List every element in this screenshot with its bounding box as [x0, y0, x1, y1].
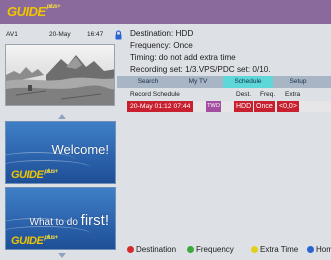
- video-preview: [5, 44, 115, 106]
- what-to-do-first-tile[interactable]: What to do first! GUIDEplus+: [5, 187, 116, 250]
- legend-extra-time[interactable]: Extra Time: [251, 245, 298, 256]
- tab-bar: Search My TV Schedule Setup: [117, 76, 331, 88]
- tab-search[interactable]: Search: [123, 76, 173, 88]
- legend-frequency[interactable]: Frequency: [187, 245, 234, 256]
- schedule-title: Record Schedule: [130, 91, 180, 98]
- row-frequency: Once: [254, 101, 275, 112]
- status-time: 16:47: [87, 31, 104, 38]
- legend-destination[interactable]: Destination: [127, 245, 176, 256]
- brand-bar: GUIDEplus+: [0, 0, 331, 24]
- left-panel: AV1 20-May 16:47 Welcome! GUIDEplus+ Wha…: [0, 24, 127, 260]
- blue-key-icon: [307, 246, 314, 253]
- channel-badge: TWO: [206, 101, 221, 112]
- guideplus-logo: GUIDEplus+: [7, 4, 61, 19]
- info-timing: Timing: do not add extra time: [130, 53, 236, 62]
- row-datetime: 20-May 01:12 07:44: [127, 101, 194, 112]
- column-extra: Extra: [285, 91, 301, 98]
- tab-setup[interactable]: Setup: [273, 76, 323, 88]
- row-destination: HDD: [234, 101, 254, 112]
- green-key-icon: [187, 246, 194, 253]
- welcome-text: Welcome!: [51, 142, 109, 157]
- status-date: 20-May: [49, 31, 71, 38]
- status-line: AV1 20-May 16:47: [0, 30, 127, 42]
- chevron-up-icon[interactable]: [58, 114, 66, 119]
- column-freq: Freq.: [260, 91, 276, 98]
- row-extra-time: <0,0>: [277, 101, 299, 112]
- guideplus-screen: GUIDEplus+ AV1 20-May 16:47 Welcome! GUI…: [0, 0, 331, 260]
- preview-image: [6, 45, 114, 105]
- column-dest: Dest.: [236, 91, 252, 98]
- info-frequency: Frequency: Once: [130, 41, 193, 50]
- schedule-row[interactable]: 20-May 01:12 07:44 TWO HDD Once <0,0>: [127, 101, 331, 112]
- tab-schedule[interactable]: Schedule: [223, 76, 273, 88]
- color-key-legend: Destination Frequency Extra Time Home: [127, 243, 331, 257]
- schedule-header: Record Schedule Dest. Freq. Extra: [127, 91, 331, 100]
- info-destination: Destination: HDD: [130, 29, 194, 38]
- what-to-do-text: What to do first!: [29, 212, 109, 229]
- tab-my-tv[interactable]: My TV: [173, 76, 223, 88]
- tile-logo: GUIDEplus+: [11, 169, 58, 181]
- yellow-key-icon: [251, 246, 258, 253]
- red-key-icon: [127, 246, 134, 253]
- right-panel: Destination: HDD Frequency: Once Timing:…: [117, 24, 331, 260]
- info-recording-set: Recording set: 1/3.VPS/PDC set: 0/10.: [130, 65, 271, 74]
- chevron-down-icon[interactable]: [58, 253, 66, 258]
- padlock-icon: [115, 30, 122, 40]
- tile-logo: GUIDEplus+: [11, 235, 58, 247]
- welcome-tile[interactable]: Welcome! GUIDEplus+: [5, 121, 116, 184]
- legend-home[interactable]: Home: [307, 245, 331, 256]
- source-label: AV1: [6, 31, 18, 38]
